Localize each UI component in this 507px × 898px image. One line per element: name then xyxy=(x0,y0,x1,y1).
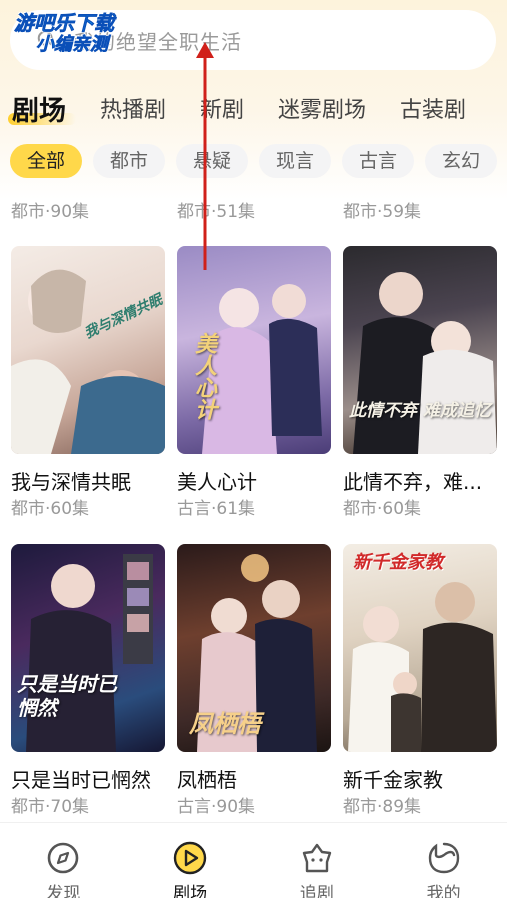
nav-label: 剧场 xyxy=(173,884,208,898)
tab-label: 古装剧 xyxy=(400,98,467,123)
drama-title: 美人心计 xyxy=(177,470,257,494)
drama-card[interactable]: 我与深情共眠 xyxy=(11,246,165,454)
annotation-arrow-icon xyxy=(196,42,214,270)
drama-card[interactable]: 美人心计 xyxy=(177,246,331,454)
tab-label: 热播剧 xyxy=(100,98,167,123)
tab-label: 剧场 xyxy=(12,95,66,127)
drama-meta: 都市·60集 xyxy=(11,499,90,519)
nav-label: 发现 xyxy=(46,884,81,898)
drama-meta: 古言·90集 xyxy=(177,797,256,817)
partial-meta: 都市·59集 xyxy=(343,202,422,222)
tab-label: 迷雾剧场 xyxy=(278,98,367,123)
bottom-navigation: 发现 剧场 追剧 我的 xyxy=(0,822,507,898)
poster-image xyxy=(11,269,165,454)
watermark-line2: 小编亲测 xyxy=(36,34,109,56)
watermark-line1: 游吧乐下载 xyxy=(14,11,115,35)
profile-icon xyxy=(428,842,459,874)
poster-title: 此情不弃 难成追忆 xyxy=(349,401,491,421)
watermark: 游吧乐下载 小编亲测 xyxy=(14,11,115,56)
tab-theater[interactable]: 剧场 xyxy=(8,89,76,128)
genre-filter: 全部 都市 悬疑 现言 古言 玄幻 xyxy=(0,144,507,178)
drama-card[interactable]: 凤栖梧 xyxy=(177,544,331,752)
chip-modern-romance[interactable]: 现言 xyxy=(259,144,331,178)
nav-follow[interactable]: 追剧 xyxy=(254,823,381,898)
poster-title: 只是当时已惘然 xyxy=(17,672,117,720)
drama-meta: 都市·89集 xyxy=(343,797,422,817)
poster-title: 美人心计 xyxy=(191,332,216,420)
drama-card[interactable]: 只是当时已惘然 xyxy=(11,544,165,752)
nav-label: 追剧 xyxy=(299,884,334,898)
tab-mystery[interactable]: 迷雾剧场 xyxy=(278,92,366,124)
poster-title: 凤栖梧 xyxy=(189,710,261,738)
drama-title: 只是当时已惘然 xyxy=(11,768,151,792)
follow-icon xyxy=(302,843,332,873)
nav-discover[interactable]: 发现 xyxy=(0,823,127,898)
drama-meta: 都市·60集 xyxy=(343,499,422,519)
nav-theater[interactable]: 剧场 xyxy=(127,823,254,898)
drama-meta: 都市·70集 xyxy=(11,797,90,817)
chip-all[interactable]: 全部 xyxy=(10,144,82,178)
partial-meta: 都市·90集 xyxy=(11,202,90,222)
nav-profile[interactable]: 我的 xyxy=(380,823,507,898)
drama-title: 我与深情共眠 xyxy=(11,470,131,494)
chip-fantasy[interactable]: 玄幻 xyxy=(425,144,497,178)
chip-ancient-romance[interactable]: 古言 xyxy=(342,144,414,178)
poster-image xyxy=(348,582,497,752)
nav-label: 我的 xyxy=(426,884,461,898)
tab-hot[interactable]: 热播剧 xyxy=(100,92,166,124)
drama-card[interactable]: 新千金家教 xyxy=(343,544,497,752)
drama-meta: 古言·61集 xyxy=(177,499,256,519)
compass-icon xyxy=(48,842,79,874)
drama-title: 此情不弃，难... xyxy=(343,470,483,494)
poster-title: 新千金家教 xyxy=(353,552,443,573)
drama-title: 新千金家教 xyxy=(343,768,443,792)
drama-title: 凤栖梧 xyxy=(177,768,237,792)
drama-card[interactable]: 此情不弃 难成追忆 xyxy=(343,246,497,454)
chip-urban[interactable]: 都市 xyxy=(93,144,165,178)
play-icon xyxy=(173,841,207,875)
poster-image xyxy=(353,272,497,454)
poster-image xyxy=(26,554,153,752)
category-tabs: 剧场 热播剧 新剧 迷雾剧场 古装剧 xyxy=(0,86,507,130)
tab-costume[interactable]: 古装剧 xyxy=(400,92,466,124)
